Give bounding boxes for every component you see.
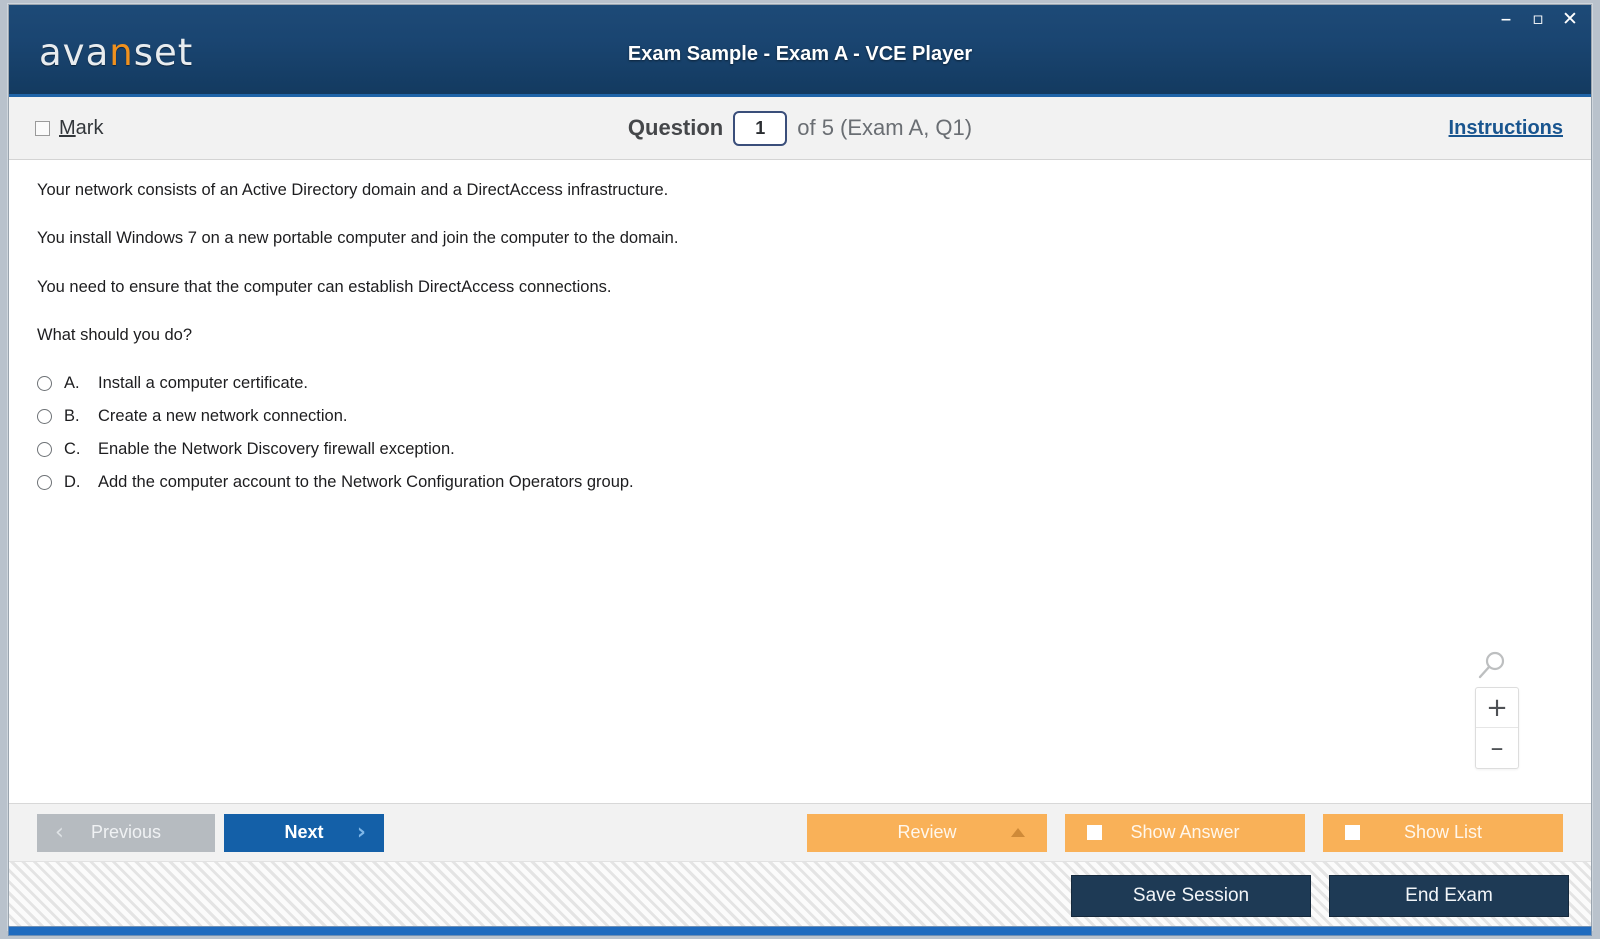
question-total-label: of 5 (Exam A, Q1): [797, 115, 973, 140]
show-list-button-label: Show List: [1403, 822, 1483, 842]
mark-label-rest: ark: [75, 116, 104, 139]
question-paragraph: Your network consists of an Active Direc…: [37, 181, 669, 199]
navigation-bar: ‹ Previous Next › Review Show Answer Sho…: [9, 803, 1591, 861]
option-text: Add the computer account to the Network …: [98, 472, 634, 491]
zoom-in-button[interactable]: +: [1476, 688, 1518, 728]
show-answer-button-label: Show Answer: [1130, 822, 1240, 842]
review-button[interactable]: Review: [807, 813, 1047, 852]
checkbox-icon[interactable]: [1087, 825, 1102, 840]
nav-right-group: Review Show Answer Show List: [807, 813, 1563, 852]
option-text: Install a computer certificate.: [98, 373, 309, 392]
next-button-label: Next: [284, 822, 324, 842]
window-title: Exam Sample - Exam A - VCE Player: [627, 43, 973, 65]
option-text: Enable the Network Discovery firewall ex…: [98, 439, 455, 458]
show-answer-button[interactable]: Show Answer: [1065, 813, 1305, 852]
instructions-link[interactable]: Instructions: [1449, 117, 1563, 140]
vce-player-window: avanset Exam Sample - Exam A - VCE Playe…: [8, 4, 1592, 930]
question-number-input[interactable]: [733, 110, 788, 146]
checkbox-icon[interactable]: [1345, 825, 1360, 840]
radio-icon[interactable]: [37, 375, 52, 391]
answer-options-list: A. Install a computer certificate. B. Cr…: [37, 374, 1563, 492]
option-letter: C.: [64, 439, 81, 458]
radio-icon[interactable]: [37, 474, 52, 490]
previous-button-label: Previous: [90, 822, 162, 842]
maximize-icon[interactable]: ▫: [1525, 7, 1551, 31]
option-letter: A.: [64, 373, 80, 392]
end-exam-button[interactable]: End Exam: [1329, 874, 1569, 917]
question-counter: Question of 5 (Exam A, Q1): [9, 110, 1591, 146]
question-paragraph: You install Windows 7 on a new portable …: [37, 229, 679, 248]
question-header-bar: Mark Question of 5 (Exam A, Q1) Instruct…: [9, 97, 1591, 160]
close-icon[interactable]: ✕: [1557, 7, 1583, 31]
mark-checkbox-box[interactable]: [35, 120, 50, 136]
mark-label: Mark: [59, 117, 103, 140]
option-letter: D.: [64, 472, 81, 491]
radio-icon[interactable]: [37, 408, 52, 424]
magnifier-icon: [1475, 649, 1509, 683]
zoom-out-button[interactable]: –: [1476, 728, 1518, 768]
zoom-control: + –: [1475, 687, 1519, 769]
show-list-button[interactable]: Show List: [1323, 813, 1563, 852]
chevron-right-icon: ›: [356, 819, 366, 845]
answer-option-b[interactable]: B. Create a new network connection.: [37, 407, 1563, 426]
option-text: Create a new network connection.: [98, 406, 348, 425]
next-button[interactable]: Next ›: [224, 813, 384, 852]
answer-option-a[interactable]: A. Install a computer certificate.: [37, 374, 1563, 393]
question-paragraph: You need to ensure that the computer can…: [37, 277, 612, 296]
mark-accel-letter: M: [59, 116, 76, 139]
title-bar: avanset Exam Sample - Exam A - VCE Playe…: [9, 5, 1591, 97]
minimize-icon[interactable]: –: [1493, 7, 1519, 31]
question-word-label: Question: [627, 115, 724, 140]
question-content-area: Your network consists of an Active Direc…: [9, 160, 1591, 803]
save-session-button[interactable]: Save Session: [1071, 874, 1311, 917]
option-letter: B.: [64, 406, 80, 425]
mark-checkbox[interactable]: Mark: [35, 117, 103, 140]
window-controls: – ▫ ✕: [1493, 7, 1583, 31]
answer-option-c[interactable]: C. Enable the Network Discovery firewall…: [37, 440, 1563, 459]
question-paragraph: What should you do?: [37, 326, 193, 345]
bottom-blue-strip: [8, 926, 1592, 936]
review-button-label: Review: [897, 822, 957, 842]
status-bar: Save Session End Exam: [9, 861, 1591, 929]
question-text: Your network consists of an Active Direc…: [37, 180, 1563, 347]
answer-option-d[interactable]: D. Add the computer account to the Netwo…: [37, 473, 1563, 492]
radio-icon[interactable]: [37, 441, 52, 457]
previous-button[interactable]: ‹ Previous: [37, 813, 215, 852]
chevron-up-icon: [1011, 828, 1025, 837]
chevron-left-icon: ‹: [55, 819, 64, 845]
